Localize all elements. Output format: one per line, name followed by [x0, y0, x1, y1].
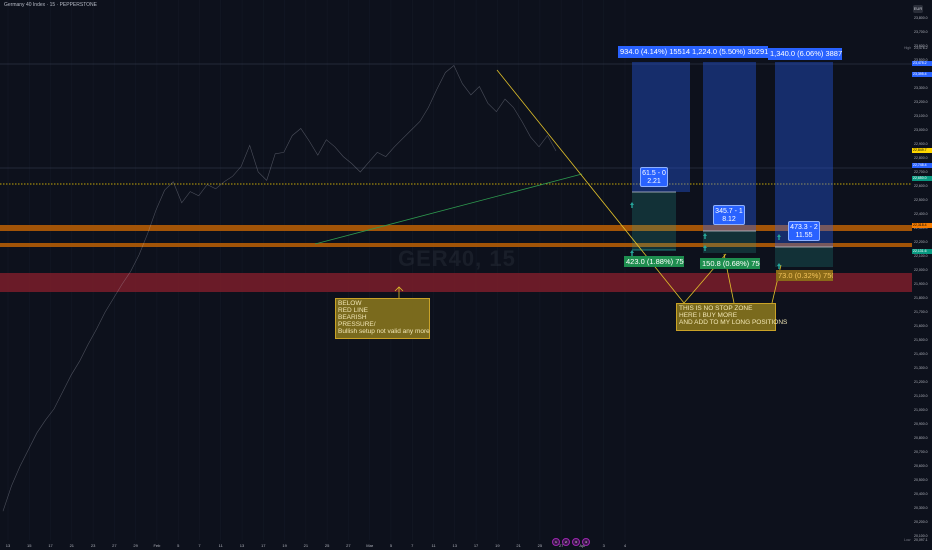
x-tick-label: 23 — [90, 543, 96, 548]
x-tick-label: 17 — [473, 543, 479, 548]
long-position-1[interactable] — [632, 62, 690, 251]
y-tick-label: 21,900.0 — [914, 282, 928, 287]
x-tick-label: 13 — [452, 543, 458, 548]
y-tick-label: 22,700.0 — [914, 169, 928, 174]
toolbar-dots: 1234 — [552, 530, 592, 548]
x-tick-label: 17 — [48, 543, 53, 548]
y-tick-label: 23,100.0 — [914, 113, 928, 118]
y-tick-label: 21,700.0 — [914, 310, 928, 315]
x-tick-label: 7 — [198, 543, 201, 548]
y-tick-label: 20,700.0 — [914, 450, 928, 455]
y-tick-label: 21,400.0 — [914, 352, 928, 357]
x-tick-label: 27 — [112, 543, 117, 548]
position-1-stop-label[interactable]: 423.0 (1.88%) 7500 — [624, 256, 684, 267]
symbol-title[interactable]: Germany 40 Index · 15 · PEPPERSTONE — [4, 2, 97, 8]
y-tick-label: 22,200.0 — [914, 240, 928, 245]
y-tick-label: 21,800.0 — [914, 296, 928, 301]
toolbar-dot-2[interactable]: 2 — [562, 538, 570, 546]
red-line-note[interactable]: BELOW RED LINE BEARISH PRESSURE/ Bullish… — [335, 298, 430, 339]
x-tick-label: 25 — [324, 543, 330, 548]
x-tick-label: 13 — [239, 543, 245, 548]
x-tick-label: 21 — [303, 543, 309, 548]
y-tick-label: 21,500.0 — [914, 338, 928, 343]
position-2-stop-label[interactable]: 150.8 (0.68%) 7500 — [700, 258, 760, 269]
y-tick-label: 21,200.0 — [914, 380, 928, 385]
x-tick-label: 15 — [27, 543, 32, 548]
x-tick-label: 17 — [261, 543, 266, 548]
toolbar-dot-4[interactable]: 4 — [582, 538, 590, 546]
low-value: 20,097.1 — [914, 538, 928, 542]
symbol-watermark: GER40, 15 — [398, 246, 516, 271]
price-tag[interactable]: 23,475.2 — [912, 60, 932, 66]
y-tick-label: 23,000.0 — [914, 127, 928, 132]
x-tick-label: 19 — [282, 543, 287, 548]
currency-badge[interactable]: EUR — [913, 5, 923, 13]
y-tick-label: 22,900.0 — [914, 141, 928, 146]
y-tick-label: 21,300.0 — [914, 366, 928, 371]
y-tick-label: 22,100.0 — [914, 254, 928, 259]
position-3-entry-label[interactable]: 473.3 - 2 11.55 — [788, 221, 820, 241]
y-tick-label: 20,600.0 — [914, 464, 928, 469]
position-3-target-label[interactable]: 1,340.0 (6.06%) 38879.31 — [768, 48, 842, 60]
x-tick-label: 19 — [495, 543, 500, 548]
low-label: Low — [904, 538, 911, 542]
price-tag[interactable]: 22,318.4 — [912, 223, 932, 229]
position-2-entry-label[interactable]: 345.7 - 1 8.12 — [713, 205, 745, 225]
x-tick-label: 25 — [537, 543, 543, 548]
toolbar-dot-1[interactable]: 1 — [552, 538, 560, 546]
y-tick-label: 22,400.0 — [914, 212, 928, 217]
position-2-target-label[interactable]: 1,224.0 (5.50%) 30291.78 — [690, 46, 768, 58]
y-tick-label: 22,600.0 — [914, 184, 928, 188]
price-tag[interactable]: 22,650.0 — [912, 176, 932, 182]
x-tick-label: 21 — [516, 543, 521, 548]
y-tick-label: 20,800.0 — [914, 436, 928, 441]
position-1-target-label[interactable]: 934.0 (4.14%) 15514.88 — [618, 46, 690, 58]
x-tick-label: 21 — [69, 543, 75, 548]
y-tick-label: 23,800.0 — [914, 15, 928, 20]
y-tick-label: 21,600.0 — [914, 324, 928, 329]
position-1-entry-label[interactable]: 61.5 - 0 2.21 — [640, 167, 668, 187]
x-tick-label: 7 — [411, 543, 414, 548]
no-stop-zone-note[interactable]: THIS IS NO STOP ZONE HERE I BUY MORE AND… — [676, 303, 787, 331]
y-tick-label: 23,300.0 — [914, 85, 928, 90]
x-tick-label: 4 — [623, 543, 627, 548]
y-tick-label: 23,200.0 — [914, 99, 928, 104]
x-tick-label: 13 — [5, 543, 11, 548]
toolbar-dot-3[interactable]: 3 — [572, 538, 580, 546]
x-tick-label: 11 — [431, 543, 436, 548]
price-tag[interactable]: 23,395.4 — [912, 72, 932, 78]
price-tag[interactable]: 22,849.7 — [912, 148, 932, 154]
x-tick-label: Feb — [153, 543, 161, 548]
y-tick-label: 20,900.0 — [914, 422, 928, 427]
y-tick-label: 22,000.0 — [914, 268, 928, 273]
y-tick-label: 23,700.0 — [914, 29, 928, 34]
y-tick-label: 20,400.0 — [914, 492, 928, 497]
x-tick-label: 29 — [133, 543, 138, 548]
position-3-stop-label[interactable]: 73.0 (0.32%) 7500 — [776, 270, 833, 281]
y-tick-label: 22,500.0 — [914, 198, 928, 203]
x-tick-label: 5 — [177, 543, 180, 548]
x-tick-label: 5 — [389, 543, 393, 548]
y-tick-label: 21,000.0 — [914, 408, 928, 413]
green-trendline — [314, 173, 583, 245]
y-tick-label: 20,300.0 — [914, 506, 928, 511]
y-tick-label: 20,200.0 — [914, 520, 928, 525]
x-tick-label: 3 — [602, 543, 605, 548]
chart-area[interactable]: Germany 40 Index · 15 · PEPPERSTONE EUR … — [0, 0, 932, 550]
y-tick-label: 22,800.0 — [914, 155, 928, 160]
high-label: High — [904, 46, 912, 50]
price-tag[interactable]: 22,131.6 — [912, 249, 932, 255]
high-value: 23,476.2 — [914, 46, 928, 50]
x-tick-label: 11 — [218, 543, 223, 548]
y-tick-label: 21,100.0 — [914, 394, 928, 399]
x-tick-label: 27 — [346, 543, 351, 548]
price-tag[interactable]: 22,748.4 — [912, 162, 932, 168]
x-tick-label: Mar — [366, 543, 374, 548]
y-tick-label: 20,500.0 — [914, 478, 928, 483]
